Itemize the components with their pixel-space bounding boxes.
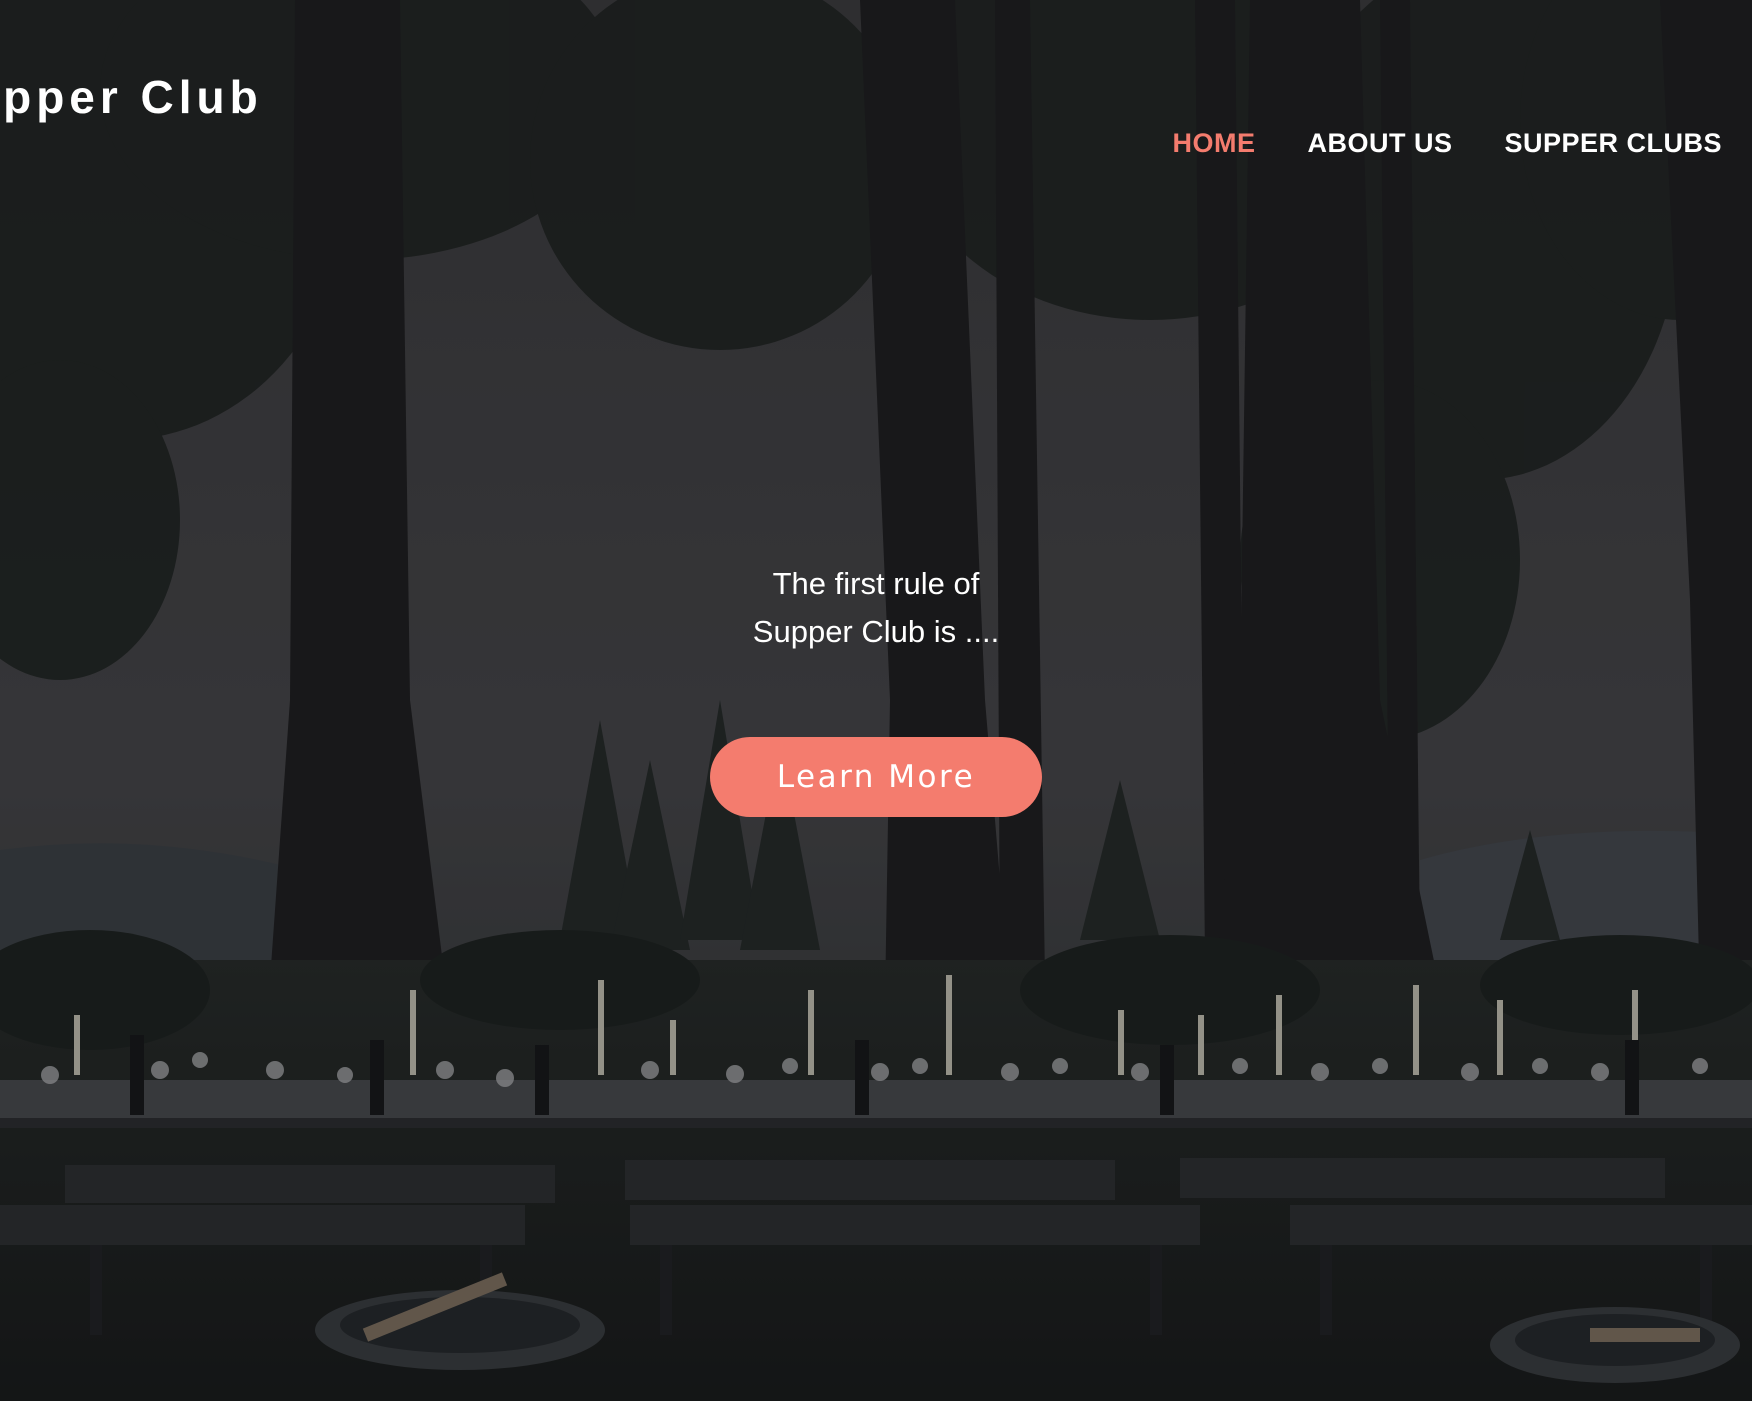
main-nav: HOME ABOUT US SUPPER CLUBS: [1172, 128, 1722, 159]
nav-about-us[interactable]: ABOUT US: [1307, 128, 1452, 159]
site-title[interactable]: upper Club: [0, 70, 263, 124]
hero-tagline-line1: The first rule of: [772, 566, 980, 601]
nav-supper-clubs[interactable]: SUPPER CLUBS: [1504, 128, 1722, 159]
hero-section: The first rule of Supper Club is ....: [0, 560, 1752, 656]
nav-home[interactable]: HOME: [1172, 128, 1255, 159]
page: upper Club HOME ABOUT US SUPPER CLUBS Th…: [0, 0, 1752, 1401]
learn-more-button[interactable]: Learn More: [710, 737, 1042, 817]
hero-tagline: The first rule of Supper Club is ....: [716, 560, 1036, 656]
hero-tagline-line2: Supper Club is ....: [752, 614, 1000, 649]
dark-overlay: [0, 0, 1752, 1401]
